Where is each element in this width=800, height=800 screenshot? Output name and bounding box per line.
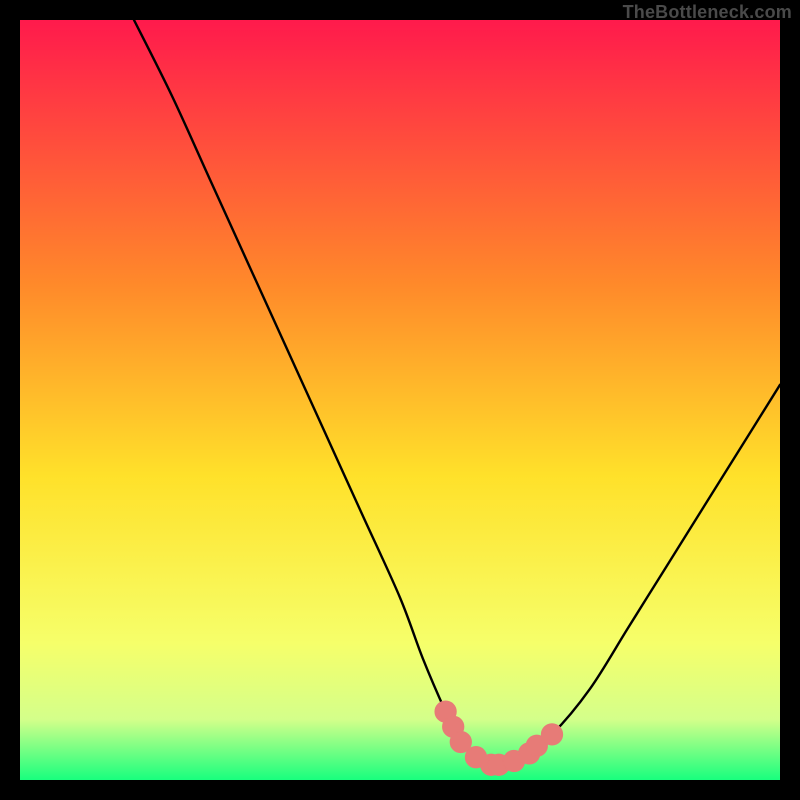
chart-frame: TheBottleneck.com: [0, 0, 800, 800]
bottleneck-chart: [20, 20, 780, 780]
plot-area: [20, 20, 780, 780]
curve-marker: [541, 724, 562, 745]
gradient-background: [20, 20, 780, 780]
